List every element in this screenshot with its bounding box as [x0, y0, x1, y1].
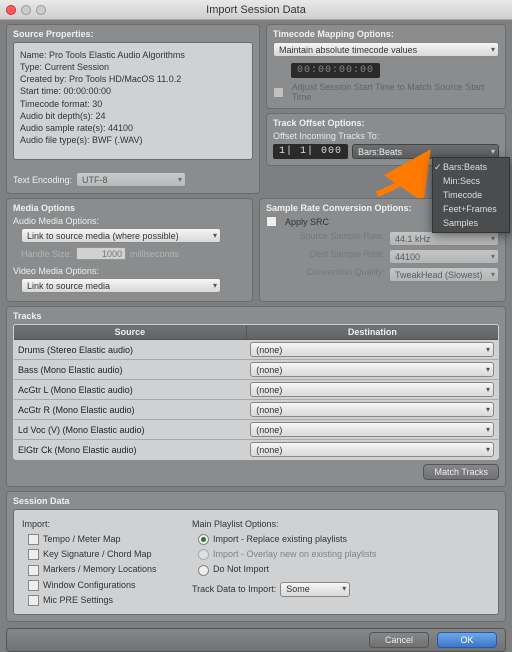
playlist-replace-label: Import - Replace existing playlists — [213, 534, 347, 544]
src-type: Type: Current Session — [20, 61, 246, 73]
track-source-cell[interactable]: AcGtr L (Mono Elastic audio) — [14, 380, 247, 400]
src-samplerate: Audio sample rate(s): 44100 — [20, 122, 246, 134]
track-dest-cell[interactable]: (none) — [246, 440, 498, 460]
import-markers-checkbox[interactable] — [28, 565, 39, 576]
import-markers-label: Markers / Memory Locations — [43, 564, 157, 574]
import-key-label: Key Signature / Chord Map — [43, 549, 152, 559]
table-row: Bass (Mono Elastic audio)(none) — [14, 360, 499, 380]
menu-item-timecode[interactable]: Timecode — [433, 188, 509, 202]
import-tempo-checkbox[interactable] — [28, 534, 39, 545]
playlist-donot-radio[interactable] — [198, 565, 209, 576]
src-created: Created by: Pro Tools HD/MacOS 11.0.2 — [20, 73, 246, 85]
import-window-checkbox[interactable] — [28, 580, 39, 591]
window-title: Import Session Data — [6, 4, 506, 16]
timecode-mapping-title: Timecode Mapping Options: — [273, 29, 499, 39]
playlist-donot-label: Do Not Import — [213, 564, 269, 574]
adjust-start-label: Adjust Session Start Time to Match Sourc… — [292, 82, 499, 102]
menu-item-feetframes[interactable]: Feet+Frames — [433, 202, 509, 216]
offset-unit-menu[interactable]: Bars:Beats Min:Secs Timecode Feet+Frames… — [432, 157, 510, 233]
track-dest-cell[interactable]: (none) — [246, 400, 498, 420]
offset-subtitle: Offset Incoming Tracks To: — [273, 131, 499, 141]
apply-src-checkbox[interactable] — [266, 216, 277, 227]
dest-rate-value: 44100 — [389, 249, 499, 264]
src-bitdepth: Audio bit depth(s): 24 — [20, 110, 246, 122]
import-micpre-label: Mic PRE Settings — [43, 595, 113, 605]
menu-item-barsbeats[interactable]: Bars:Beats — [433, 160, 509, 174]
source-rate-label: Source Sample Rate: — [266, 231, 385, 246]
import-label: Import: — [22, 518, 172, 530]
src-name: Name: Pro Tools Elastic Audio Algorithms — [20, 49, 246, 61]
track-dest-select[interactable]: (none) — [250, 442, 494, 457]
track-dest-cell[interactable]: (none) — [246, 360, 498, 380]
track-source-cell[interactable]: AcGtr R (Mono Elastic audio) — [14, 400, 247, 420]
video-media-label: Video Media Options: — [13, 266, 246, 276]
menu-item-minsecs[interactable]: Min:Secs — [433, 174, 509, 188]
tracks-title: Tracks — [13, 311, 499, 321]
offset-value[interactable]: 1| 1| 000 — [273, 144, 348, 159]
table-row: Drums (Stereo Elastic audio)(none) — [14, 340, 499, 360]
adjust-start-checkbox[interactable] — [273, 87, 284, 98]
playlist-options-label: Main Playlist Options: — [192, 518, 490, 530]
track-dest-select[interactable]: (none) — [250, 422, 494, 437]
playlist-overlay-radio[interactable] — [198, 549, 209, 560]
track-source-cell[interactable]: Drums (Stereo Elastic audio) — [14, 340, 247, 360]
track-dest-select[interactable]: (none) — [250, 402, 494, 417]
track-source-cell[interactable]: Ld Voc (V) (Mono Elastic audio) — [14, 420, 247, 440]
src-filetype: Audio file type(s): BWF (.WAV) — [20, 134, 246, 146]
track-source-cell[interactable]: Bass (Mono Elastic audio) — [14, 360, 247, 380]
conversion-quality-label: Conversion Quality: — [266, 267, 385, 282]
source-properties-title: Source Properties: — [13, 29, 253, 39]
timecode-display: 00:00:00:00 — [291, 63, 380, 78]
handle-size-label: Handle Size: — [21, 249, 72, 259]
trackdata-import-label: Track Data to Import: — [192, 583, 276, 595]
media-options-title: Media Options — [13, 203, 246, 213]
track-dest-select[interactable]: (none) — [250, 342, 494, 357]
table-row: AcGtr L (Mono Elastic audio)(none) — [14, 380, 499, 400]
table-row: Ld Voc (V) (Mono Elastic audio)(none) — [14, 420, 499, 440]
text-encoding-select[interactable]: UTF-8 — [76, 172, 186, 187]
track-dest-cell[interactable]: (none) — [246, 420, 498, 440]
handle-size-unit: milliseconds — [130, 249, 179, 259]
tracks-source-header: Source — [14, 325, 247, 340]
src-tcformat: Timecode format: 30 — [20, 98, 246, 110]
track-dest-select[interactable]: (none) — [250, 362, 494, 377]
import-tempo-label: Tempo / Meter Map — [43, 534, 121, 544]
tracks-table: Source Destination Drums (Stereo Elastic… — [13, 324, 499, 460]
track-source-cell[interactable]: ElGtr Ck (Mono Elastic audio) — [14, 440, 247, 460]
match-tracks-button[interactable]: Match Tracks — [423, 464, 499, 480]
cancel-button[interactable]: Cancel — [369, 632, 429, 648]
track-dest-select[interactable]: (none) — [250, 382, 494, 397]
table-row: ElGtr Ck (Mono Elastic audio)(none) — [14, 440, 499, 460]
apply-src-label: Apply SRC — [285, 217, 329, 227]
audio-media-select[interactable]: Link to source media (where possible) — [21, 228, 221, 243]
handle-size-input[interactable]: 1000 — [76, 247, 126, 260]
track-offset-title: Track Offset Options: — [273, 118, 499, 128]
track-dest-cell[interactable]: (none) — [246, 340, 498, 360]
video-media-select[interactable]: Link to source media — [21, 278, 221, 293]
session-data-title: Session Data — [13, 496, 499, 506]
table-row: AcGtr R (Mono Elastic audio)(none) — [14, 400, 499, 420]
playlist-overlay-label: Import - Overlay new on existing playlis… — [213, 549, 377, 559]
playlist-replace-radio[interactable] — [198, 534, 209, 545]
trackdata-import-select[interactable]: Some — [280, 582, 350, 597]
menu-item-samples[interactable]: Samples — [433, 216, 509, 230]
import-key-checkbox[interactable] — [28, 549, 39, 560]
source-properties-box: Name: Pro Tools Elastic Audio Algorithms… — [13, 42, 253, 160]
ok-button[interactable]: OK — [437, 632, 497, 648]
timecode-mapping-select[interactable]: Maintain absolute timecode values — [273, 42, 499, 57]
track-dest-cell[interactable]: (none) — [246, 380, 498, 400]
audio-media-label: Audio Media Options: — [13, 216, 246, 226]
src-start: Start time: 00:00:00:00 — [20, 85, 246, 97]
import-micpre-checkbox[interactable] — [28, 595, 39, 606]
dest-rate-label: Dest Sample Rate: — [266, 249, 385, 264]
import-window-label: Window Configurations — [43, 580, 136, 590]
tracks-dest-header: Destination — [246, 325, 498, 340]
source-rate-select[interactable]: 44.1 kHz — [389, 231, 499, 246]
text-encoding-label: Text Encoding: — [13, 175, 72, 185]
conversion-quality-select[interactable]: TweakHead (Slowest) — [389, 267, 499, 282]
